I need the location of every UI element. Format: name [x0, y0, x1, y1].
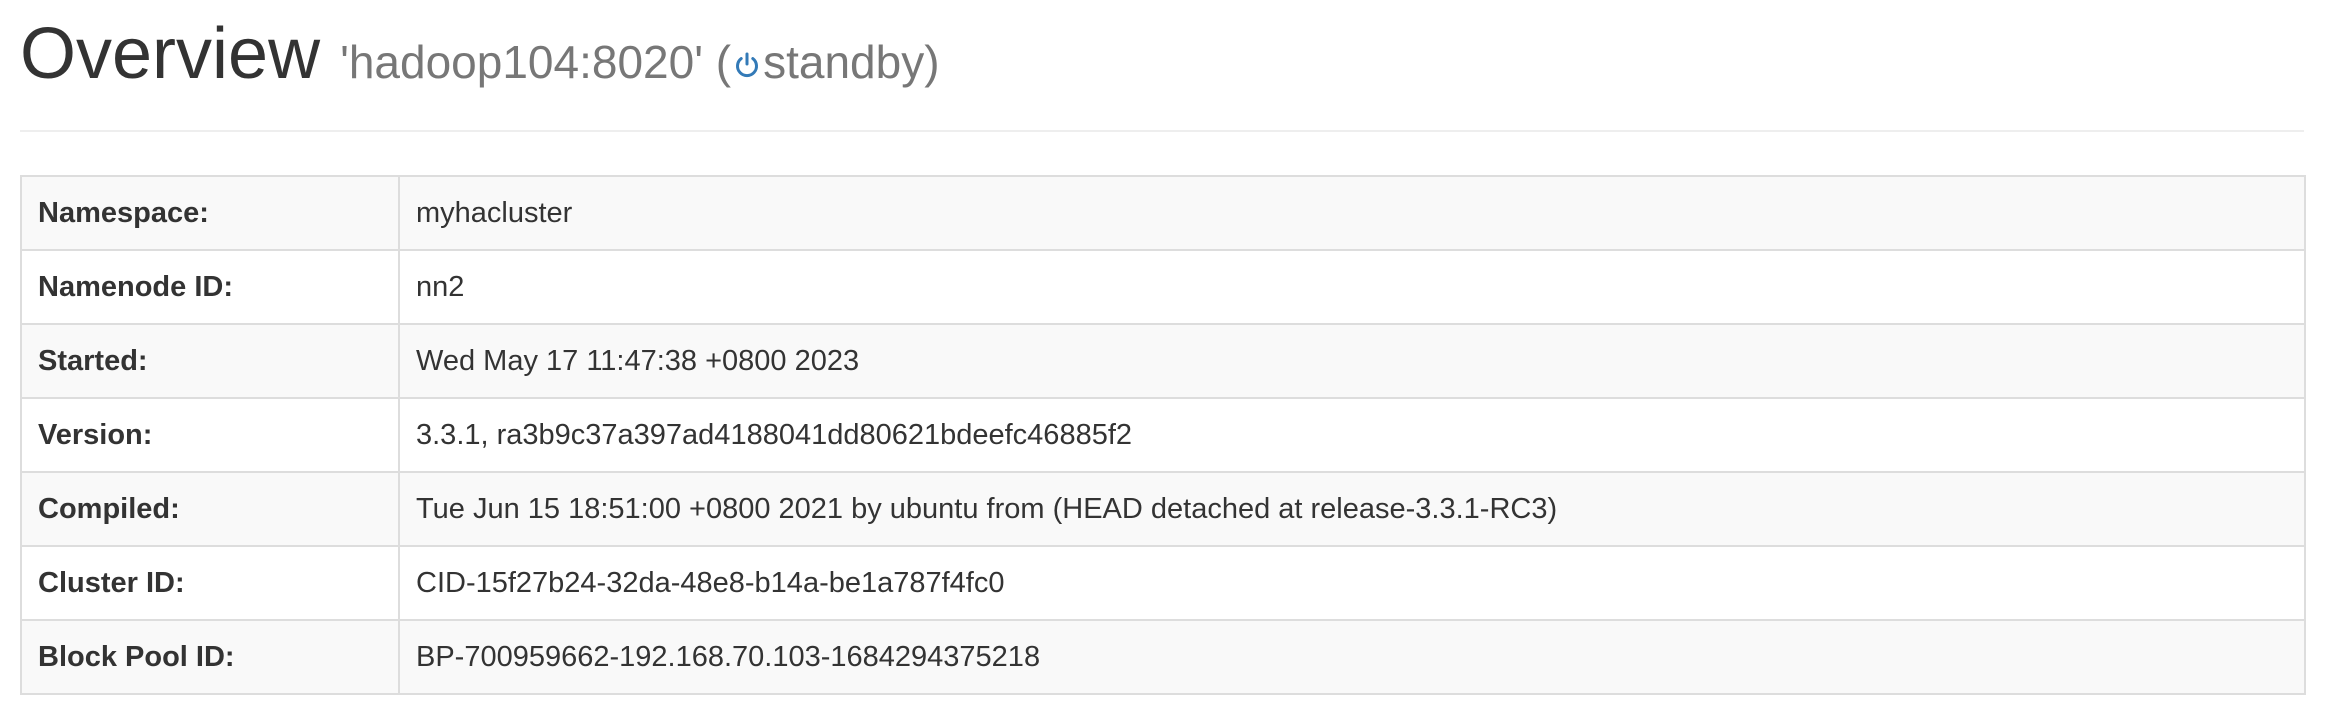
- table-row: Cluster ID: CID-15f27b24-32da-48e8-b14a-…: [20, 545, 2306, 621]
- page-header: Overview 'hadoop104:8020' ( standby): [20, 0, 2304, 132]
- page-title-text: Overview: [20, 14, 321, 94]
- compiled-value: Tue Jun 15 18:51:00 +0800 2021 by ubuntu…: [398, 471, 2306, 547]
- namenode-id-value: nn2: [398, 249, 2306, 325]
- table-row: Started: Wed May 17 11:47:38 +0800 2023: [20, 323, 2306, 399]
- version-value: 3.3.1, ra3b9c37a397ad4188041dd80621bdeef…: [398, 397, 2306, 473]
- started-label: Started:: [20, 323, 400, 399]
- namenode-host: 'hadoop104:8020': [340, 36, 703, 88]
- block-pool-id-value: BP-700959662-192.168.70.103-168429437521…: [398, 619, 2306, 695]
- page-title: Overview 'hadoop104:8020' ( standby): [20, 12, 940, 104]
- block-pool-id-label: Block Pool ID:: [20, 619, 400, 695]
- state-close-paren: ): [924, 36, 940, 88]
- compiled-label: Compiled:: [20, 471, 400, 547]
- namespace-label: Namespace:: [20, 175, 400, 251]
- namenode-id-label: Namenode ID:: [20, 249, 400, 325]
- overview-table: Namespace: myhacluster Namenode ID: nn2 …: [20, 175, 2306, 695]
- table-row: Namenode ID: nn2: [20, 249, 2306, 325]
- table-row: Compiled: Tue Jun 15 18:51:00 +0800 2021…: [20, 471, 2306, 547]
- namespace-value: myhacluster: [398, 175, 2306, 251]
- namenode-state: standby: [763, 36, 925, 88]
- table-row: Version: 3.3.1, ra3b9c37a397ad4188041dd8…: [20, 397, 2306, 473]
- version-label: Version:: [20, 397, 400, 473]
- namenode-subtitle: 'hadoop104:8020' ( standby): [340, 36, 940, 88]
- table-row: Namespace: myhacluster: [20, 175, 2306, 251]
- power-icon: [732, 50, 762, 80]
- state-open-paren: (: [703, 36, 732, 88]
- started-value: Wed May 17 11:47:38 +0800 2023: [398, 323, 2306, 399]
- table-row: Block Pool ID: BP-700959662-192.168.70.1…: [20, 619, 2306, 695]
- cluster-id-value: CID-15f27b24-32da-48e8-b14a-be1a787f4fc0: [398, 545, 2306, 621]
- cluster-id-label: Cluster ID:: [20, 545, 400, 621]
